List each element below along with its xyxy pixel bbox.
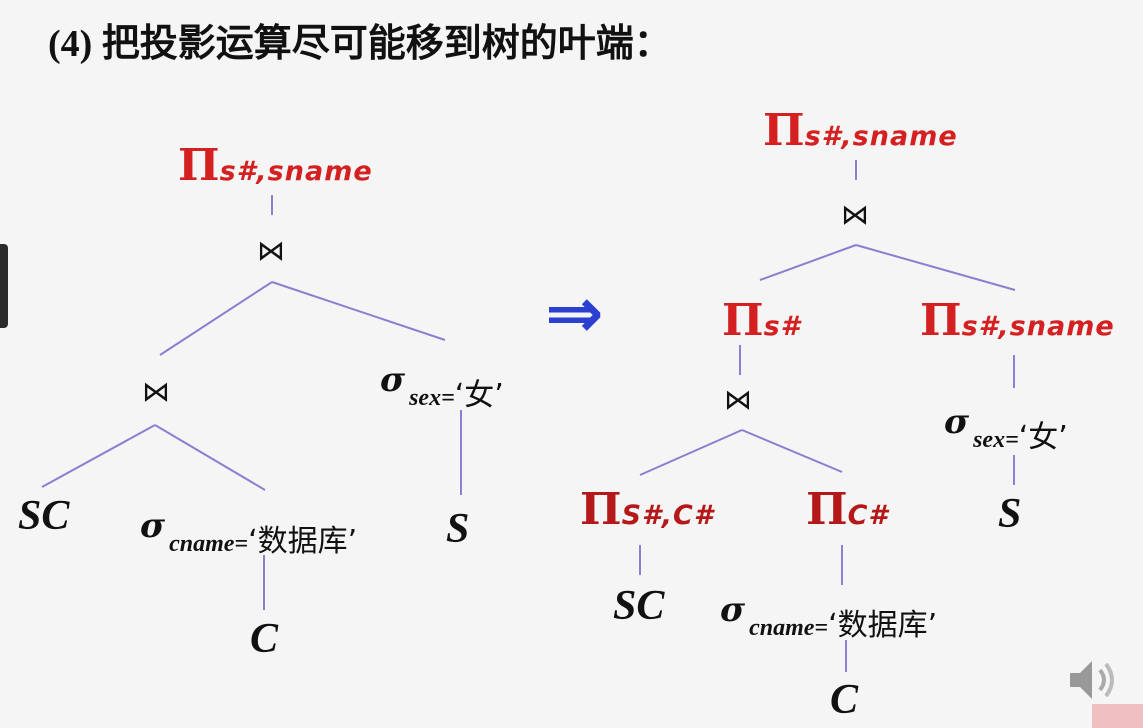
right-select-cname: σ cname=‘数据库’: [720, 586, 937, 643]
select-condition: cname=‘数据库’: [749, 608, 937, 643]
pi-symbol: Π: [722, 295, 764, 346]
edge-right-join-proj-s: [759, 244, 857, 281]
right-projection-s-sname: Πs#,sname: [920, 295, 1115, 346]
left-select-cname: σ cname=‘数据库’: [140, 502, 357, 559]
right-projection-c: ΠC#: [806, 484, 888, 535]
left-select-sex: σ sex=‘女’: [380, 356, 504, 413]
right-leaf-sc: SC: [613, 583, 665, 629]
pi-symbol: Π: [763, 105, 805, 156]
right-select-sex: σ sex=‘女’: [944, 398, 1068, 455]
pi-symbol: Π: [178, 140, 220, 191]
left-sub-join: ⋈: [142, 375, 170, 408]
projection-attributes: s#,sname: [804, 121, 958, 152]
sigma-symbol: σ: [944, 402, 970, 442]
select-condition: sex=‘女’: [409, 378, 504, 413]
edge-left-subjoin-sigma-cname: [154, 424, 266, 491]
speaker-icon[interactable]: [1062, 655, 1122, 705]
right-sub-join: ⋈: [724, 383, 752, 416]
edge-left-join-subjoin: [159, 281, 273, 356]
sigma-symbol: σ: [140, 506, 166, 546]
left-root-projection: Πs#,sname: [178, 140, 373, 191]
edge-left-subjoin-sc: [41, 424, 156, 488]
right-root-join: ⋈: [841, 198, 869, 231]
edge-right-subjoin-proj-c: [741, 429, 843, 473]
condition-attr: sex=: [409, 385, 455, 411]
tree-edges: [41, 160, 1016, 672]
projection-attributes: S#,C#: [621, 500, 714, 531]
pi-symbol: Π: [920, 295, 962, 346]
left-leaf-s: S: [446, 506, 470, 552]
transform-arrow: ⇒: [545, 272, 604, 354]
projection-attributes: C#: [847, 500, 889, 531]
left-leaf-c: C: [250, 616, 279, 662]
left-leaf-sc: SC: [18, 493, 70, 539]
projection-attributes: s#,sname: [961, 311, 1115, 342]
right-leaf-c: C: [830, 677, 859, 723]
condition-value: ‘数据库’: [828, 608, 938, 643]
edge-right-subjoin-proj-sc: [639, 429, 743, 476]
condition-attr: cname=: [169, 531, 249, 557]
sigma-symbol: σ: [380, 360, 406, 400]
sigma-symbol: σ: [720, 590, 746, 630]
edge-left-join-sigma-sex: [271, 281, 446, 341]
condition-attr: cname=: [749, 615, 829, 641]
right-projection-s: Πs#: [722, 295, 800, 346]
select-condition: sex=‘女’: [973, 420, 1068, 455]
condition-attr: sex=: [973, 427, 1019, 453]
pi-symbol: Π: [806, 484, 848, 535]
right-root-projection: Πs#,sname: [763, 105, 958, 156]
corner-badge: [1092, 704, 1143, 728]
select-condition: cname=‘数据库’: [169, 524, 357, 559]
condition-value: ‘女’: [454, 378, 504, 413]
condition-value: ‘女’: [1018, 420, 1068, 455]
projection-attributes: s#: [763, 311, 801, 342]
pi-symbol: Π: [580, 484, 622, 535]
edge-right-join-proj-ss: [855, 244, 1016, 291]
left-root-join: ⋈: [257, 234, 285, 267]
projection-attributes: s#,sname: [219, 156, 373, 187]
condition-value: ‘数据库’: [248, 524, 358, 559]
right-projection-s-c: ΠS#,C#: [580, 484, 714, 535]
right-leaf-s: S: [998, 491, 1022, 537]
